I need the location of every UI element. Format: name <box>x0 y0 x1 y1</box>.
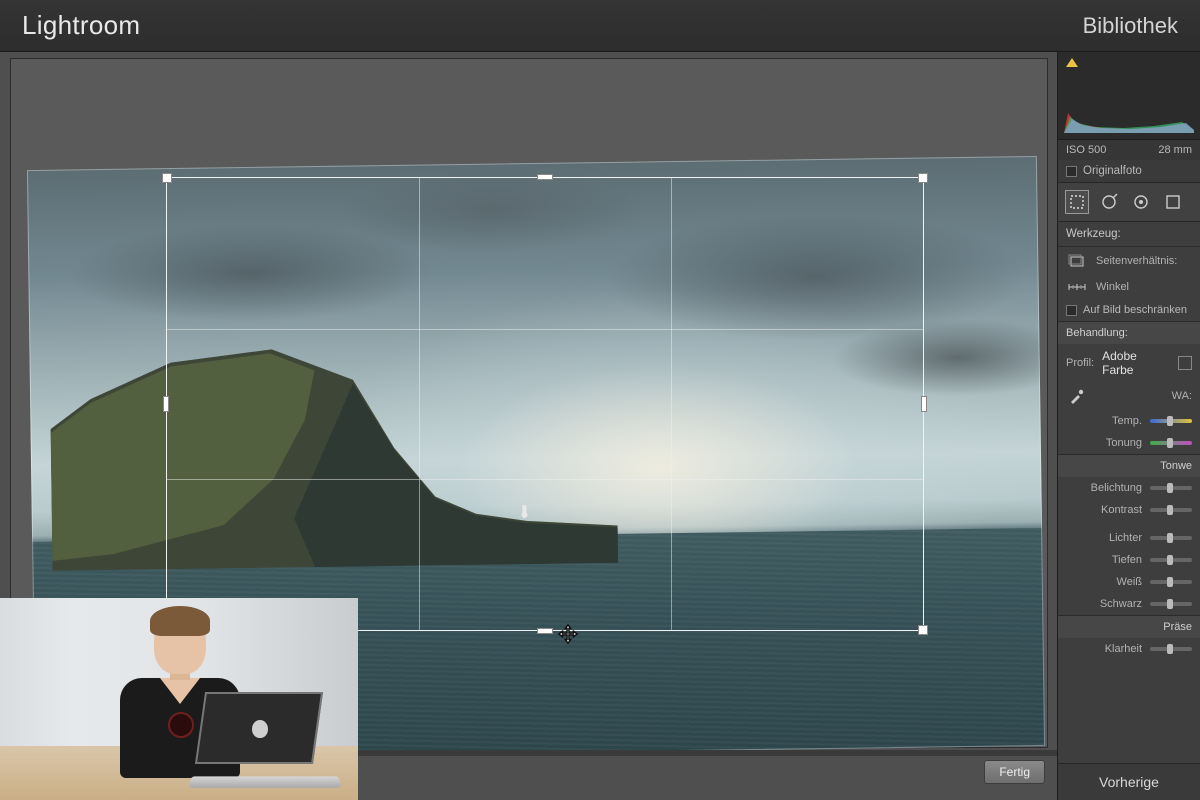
histogram[interactable] <box>1058 52 1200 140</box>
temp-label: Temp. <box>1066 415 1142 427</box>
top-bar: Lightroom Bibliothek <box>0 0 1200 52</box>
crop-handle-tr[interactable] <box>918 173 928 183</box>
treatment-header: Behandlung: <box>1058 321 1200 344</box>
original-checkbox[interactable] <box>1066 166 1077 177</box>
eyedropper-icon[interactable] <box>1066 387 1088 405</box>
crop-handle-bottom[interactable] <box>537 628 553 634</box>
aspect-lock-icon[interactable] <box>1066 252 1088 270</box>
apple-logo-icon <box>252 720 268 738</box>
contrast-label: Kontrast <box>1066 504 1142 516</box>
crop-overlay[interactable] <box>166 177 924 631</box>
radial-filter-icon[interactable] <box>1130 191 1152 213</box>
profile-browser-icon[interactable] <box>1178 356 1192 370</box>
right-panel: ISO 500 28 mm Originalfoto Werkzeug: <box>1058 52 1200 800</box>
aspect-label: Seitenverhältnis: <box>1096 255 1192 267</box>
profile-value[interactable]: Adobe Farbe <box>1102 349 1170 377</box>
angle-icon[interactable] <box>1066 280 1088 294</box>
presence-header: Präse <box>1058 615 1200 638</box>
constrain-checkbox[interactable] <box>1066 305 1077 316</box>
clipping-warning-icon[interactable] <box>1066 58 1078 67</box>
crop-tool-icon[interactable] <box>1066 191 1088 213</box>
crop-handle-br[interactable] <box>918 625 928 635</box>
tone-header: Tonwe <box>1058 454 1200 477</box>
angle-label: Winkel <box>1096 281 1192 293</box>
canvas-area: Fertig <box>0 52 1058 800</box>
wb-label: WA: <box>1096 390 1192 402</box>
focal-label: 28 mm <box>1158 144 1192 156</box>
tint-label: Tonung <box>1066 437 1142 449</box>
blacks-slider[interactable] <box>1150 602 1192 606</box>
whites-label: Weiß <box>1066 576 1142 588</box>
histogram-meta: ISO 500 28 mm <box>1058 140 1200 160</box>
crop-handle-right[interactable] <box>921 396 927 412</box>
clarity-label: Klarheit <box>1066 643 1142 655</box>
contrast-slider[interactable] <box>1150 508 1192 512</box>
exposure-slider[interactable] <box>1150 486 1192 490</box>
clarity-slider[interactable] <box>1150 647 1192 651</box>
spot-removal-icon[interactable] <box>1098 191 1120 213</box>
constrain-label: Auf Bild beschränken <box>1083 304 1187 316</box>
develop-toolbar <box>1058 183 1200 222</box>
highlights-slider[interactable] <box>1150 536 1192 540</box>
original-label: Originalfoto <box>1083 165 1142 177</box>
done-button[interactable]: Fertig <box>984 760 1045 784</box>
crop-handle-tl[interactable] <box>162 173 172 183</box>
crop-handle-top[interactable] <box>537 174 553 180</box>
app-title: Lightroom <box>22 10 140 41</box>
temp-slider[interactable] <box>1150 419 1192 423</box>
whites-slider[interactable] <box>1150 580 1192 584</box>
previous-button[interactable]: Vorherige <box>1058 763 1200 800</box>
highlights-label: Lichter <box>1066 532 1142 544</box>
shadows-slider[interactable] <box>1150 558 1192 562</box>
module-tab-library[interactable]: Bibliothek <box>1083 13 1178 39</box>
crop-handle-left[interactable] <box>163 396 169 412</box>
tool-header: Werkzeug: <box>1058 222 1200 247</box>
exposure-label: Belichtung <box>1066 482 1142 494</box>
profile-label: Profil: <box>1066 357 1094 369</box>
webcam-overlay <box>0 598 358 800</box>
tint-slider[interactable] <box>1150 441 1192 445</box>
iso-label: ISO 500 <box>1066 144 1106 156</box>
blacks-label: Schwarz <box>1066 598 1142 610</box>
graduated-filter-icon[interactable] <box>1162 191 1184 213</box>
shadows-label: Tiefen <box>1066 554 1142 566</box>
